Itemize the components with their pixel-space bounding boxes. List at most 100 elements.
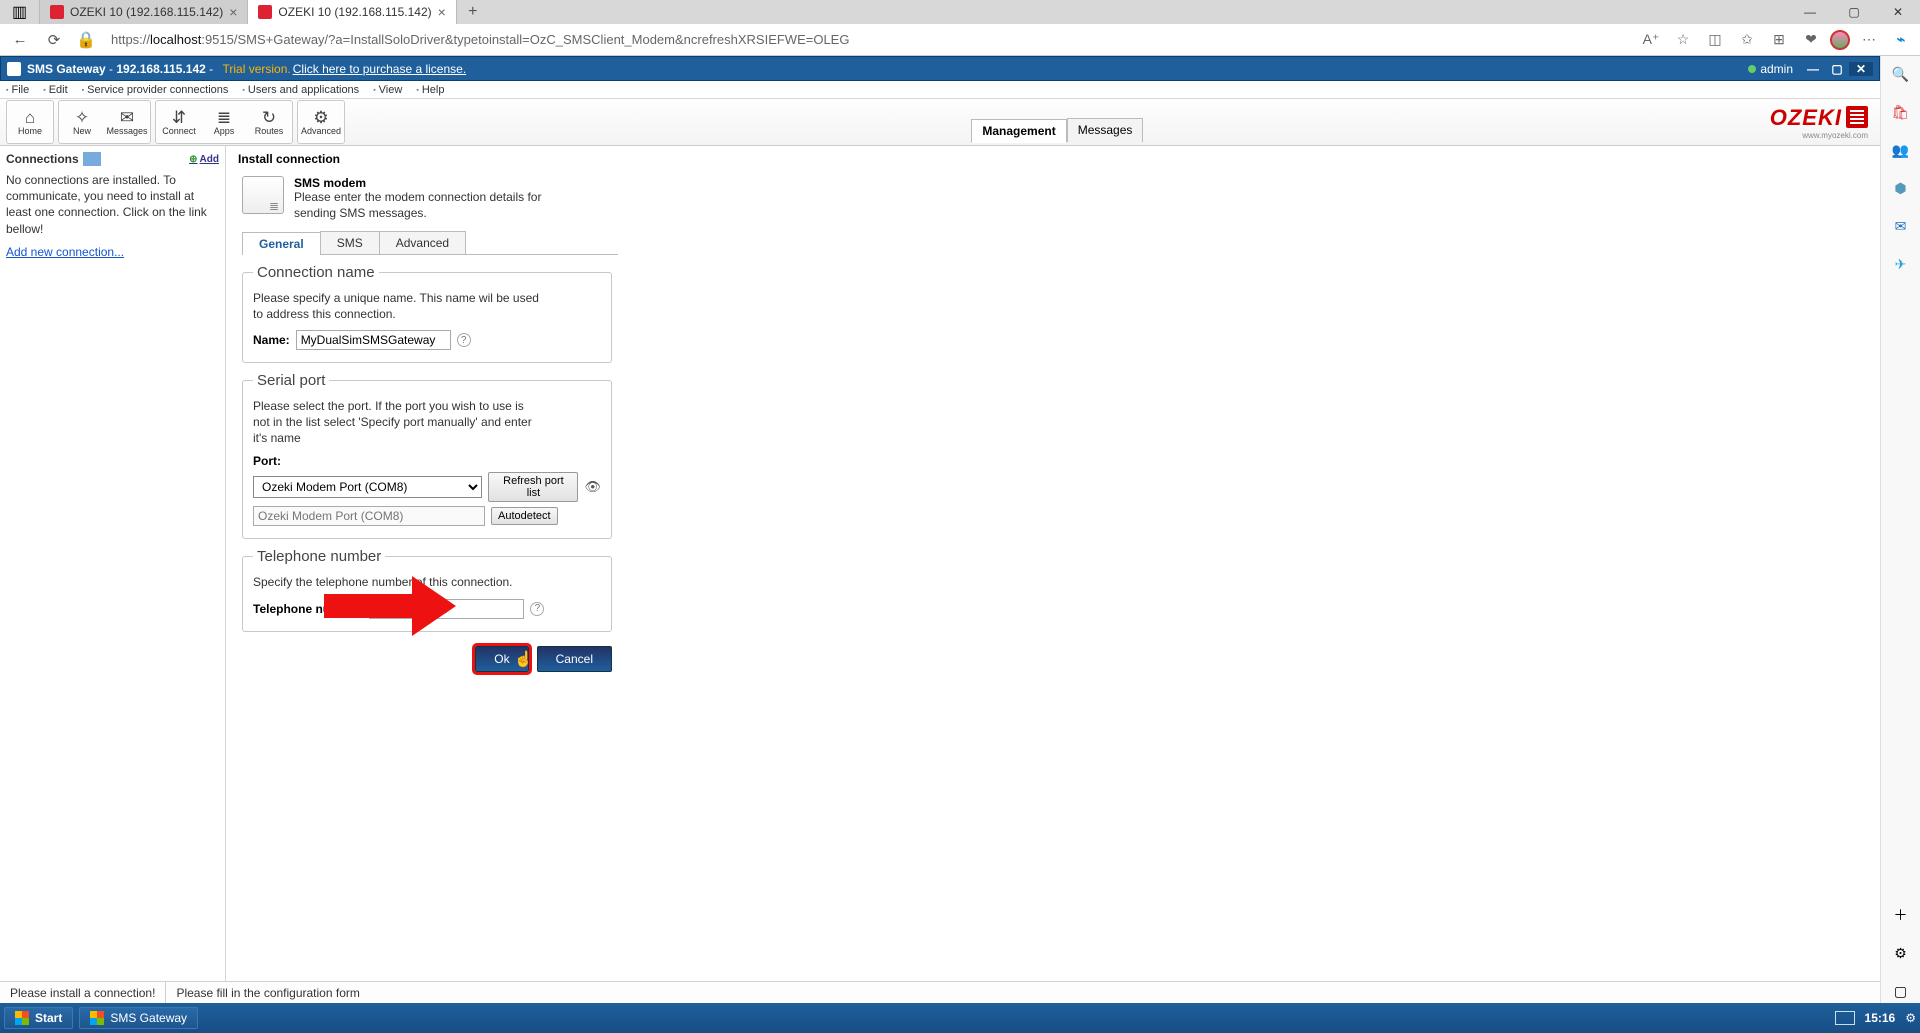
tools-icon[interactable]: ⬢ xyxy=(1889,176,1913,200)
app-title-ip: 192.168.115.142 xyxy=(116,62,205,76)
app-titlebar: SMS Gateway - 192.168.115.142 - Trial ve… xyxy=(0,56,1880,81)
config-tabs: General SMS Advanced xyxy=(242,231,618,255)
telephone-input[interactable] xyxy=(369,599,524,619)
tab-overview-button[interactable]: ▥ xyxy=(0,0,40,24)
favicon-icon xyxy=(258,5,272,19)
tab-advanced[interactable]: Advanced xyxy=(379,231,466,254)
sidebar-add-link[interactable]: Add xyxy=(189,154,219,165)
read-aloud-icon[interactable]: A⁺ xyxy=(1638,31,1664,48)
window-minimize-button[interactable]: — xyxy=(1788,0,1832,24)
trial-label: Trial version. xyxy=(222,62,290,76)
app-minimize-button[interactable]: — xyxy=(1801,62,1825,76)
name-input[interactable] xyxy=(296,330,451,350)
help-icon[interactable]: ? xyxy=(530,602,544,616)
toolbar-home-button[interactable]: ⌂Home xyxy=(9,103,51,141)
tray-clock[interactable]: 15:16 xyxy=(1865,1011,1896,1025)
legend-telephone: Telephone number xyxy=(253,548,385,565)
menu-edit[interactable]: Edit xyxy=(43,84,67,96)
shopping-icon[interactable]: 🛍 xyxy=(1889,100,1913,124)
browser-tab-0[interactable]: OZEKI 10 (192.168.115.142) × xyxy=(40,0,248,24)
menubar: File Edit Service provider connections U… xyxy=(0,81,1880,99)
site-identity-icon[interactable]: 🔒 xyxy=(74,30,98,50)
copilot-icon[interactable]: ⌁ xyxy=(1888,31,1914,48)
refresh-port-list-button[interactable]: Refresh port list xyxy=(488,472,578,502)
taskbar-app-smsgateway[interactable]: SMS Gateway xyxy=(79,1007,198,1029)
reload-button[interactable]: ⟳ xyxy=(40,31,68,49)
help-icon[interactable]: ? xyxy=(457,333,471,347)
close-tab-icon[interactable]: × xyxy=(438,4,446,20)
keyboard-icon[interactable] xyxy=(1835,1011,1855,1025)
current-user-name: admin xyxy=(1760,62,1793,76)
status-bar: Please install a connection! Please fill… xyxy=(0,981,1880,1003)
connection-type-desc: Please enter the modem connection detail… xyxy=(294,190,554,221)
close-tab-icon[interactable]: × xyxy=(229,4,237,20)
extensions-icon[interactable]: ⊞ xyxy=(1766,31,1792,48)
group-connection-name: Connection name Please specify a unique … xyxy=(242,264,612,363)
menu-users[interactable]: Users and applications xyxy=(242,84,359,96)
performance-icon[interactable]: ❤ xyxy=(1798,31,1824,48)
app-title-product: SMS Gateway xyxy=(27,62,106,76)
brand-url: www.myozeki.com xyxy=(1770,131,1868,140)
current-user-chip[interactable]: admin xyxy=(1748,62,1793,76)
profile-avatar[interactable] xyxy=(1830,30,1850,50)
group-telephone-number: Telephone number Specify the telephone n… xyxy=(242,548,612,632)
browser-tab-1[interactable]: OZEKI 10 (192.168.115.142) × xyxy=(248,0,456,24)
connections-sidebar: Connections Add No connections are insta… xyxy=(0,146,225,981)
browser-tabstrip: ▥ OZEKI 10 (192.168.115.142) × OZEKI 10 … xyxy=(0,0,1920,24)
window-maximize-button[interactable]: ▢ xyxy=(1832,0,1876,24)
tab-sms[interactable]: SMS xyxy=(320,231,380,254)
edge-sidebar: 🔍 🛍 👥 ⬢ ✉ ✈ ＋ ⚙ ▢ xyxy=(1880,56,1920,1003)
toolbar-connect-button[interactable]: ⇵Connect xyxy=(158,103,200,141)
split-screen-icon[interactable]: ◫ xyxy=(1702,31,1728,48)
hide-sidebar-icon[interactable]: ▢ xyxy=(1889,979,1913,1003)
outlook-icon[interactable]: ✉ xyxy=(1889,214,1913,238)
tab-title: OZEKI 10 (192.168.115.142) xyxy=(70,5,223,19)
url-host: localhost xyxy=(150,32,201,47)
toolbar-routes-button[interactable]: ↻Routes xyxy=(248,103,290,141)
toolbar-new-button[interactable]: ✧New xyxy=(61,103,103,141)
window-close-button[interactable]: ✕ xyxy=(1876,0,1920,24)
autodetect-button[interactable]: Autodetect xyxy=(491,507,558,525)
add-sidebar-icon[interactable]: ＋ xyxy=(1889,903,1913,927)
add-new-connection-link[interactable]: Add new connection... xyxy=(6,245,124,259)
people-icon[interactable]: 👥 xyxy=(1889,138,1913,162)
app-close-button[interactable]: ✕ xyxy=(1849,62,1873,76)
favorite-icon[interactable]: ☆ xyxy=(1670,31,1696,48)
menu-file[interactable]: File xyxy=(6,84,29,96)
cancel-button[interactable]: Cancel xyxy=(537,646,612,672)
menu-help[interactable]: Help xyxy=(416,84,444,96)
home-icon: ⌂ xyxy=(25,109,35,126)
favicon-icon xyxy=(50,5,64,19)
tab-general[interactable]: General xyxy=(242,232,321,255)
menu-view[interactable]: View xyxy=(373,84,402,96)
search-icon[interactable]: 🔍 xyxy=(1889,62,1913,86)
tab-title: OZEKI 10 (192.168.115.142) xyxy=(278,5,431,19)
start-button[interactable]: Start xyxy=(4,1007,73,1029)
toolbar-apps-button[interactable]: ≣Apps xyxy=(203,103,245,141)
url-scheme: https:// xyxy=(111,32,150,47)
page-title: Install connection xyxy=(236,148,1870,170)
toolbar-advanced-button[interactable]: ⚙Advanced xyxy=(300,103,342,141)
tab-management[interactable]: Management xyxy=(971,119,1066,143)
tab-messages[interactable]: Messages xyxy=(1067,118,1144,142)
ok-button[interactable]: Ok xyxy=(475,646,528,672)
app-maximize-button[interactable]: ▢ xyxy=(1825,62,1849,76)
toolbar-messages-button[interactable]: ✉Messages xyxy=(106,103,148,141)
address-bar[interactable]: https://localhost:9515/SMS+Gateway/?a=In… xyxy=(104,27,1632,52)
browser-menu-icon[interactable]: ⋯ xyxy=(1856,31,1882,48)
back-button[interactable]: ← xyxy=(6,31,34,48)
favorites-bar-icon[interactable]: ✩ xyxy=(1734,31,1760,48)
eye-icon[interactable]: 👁 xyxy=(584,479,601,495)
new-tab-button[interactable]: + xyxy=(457,0,489,24)
purchase-license-link[interactable]: Click here to purchase a license. xyxy=(293,62,466,76)
send-icon[interactable]: ✈ xyxy=(1889,252,1913,276)
sidebar-settings-icon[interactable]: ⚙ xyxy=(1889,941,1913,965)
antenna-icon: ⇵ xyxy=(172,109,186,126)
status-right: Please fill in the configuration form xyxy=(166,986,369,1000)
status-left: Please install a connection! xyxy=(0,986,165,1000)
app-viewport: SMS Gateway - 192.168.115.142 - Trial ve… xyxy=(0,56,1880,1003)
notifications-icon[interactable]: ⚙ xyxy=(1905,1011,1916,1025)
connections-icon xyxy=(83,152,101,166)
port-select[interactable]: Ozeki Modem Port (COM8) xyxy=(253,476,482,498)
menu-service-providers[interactable]: Service provider connections xyxy=(82,84,229,96)
